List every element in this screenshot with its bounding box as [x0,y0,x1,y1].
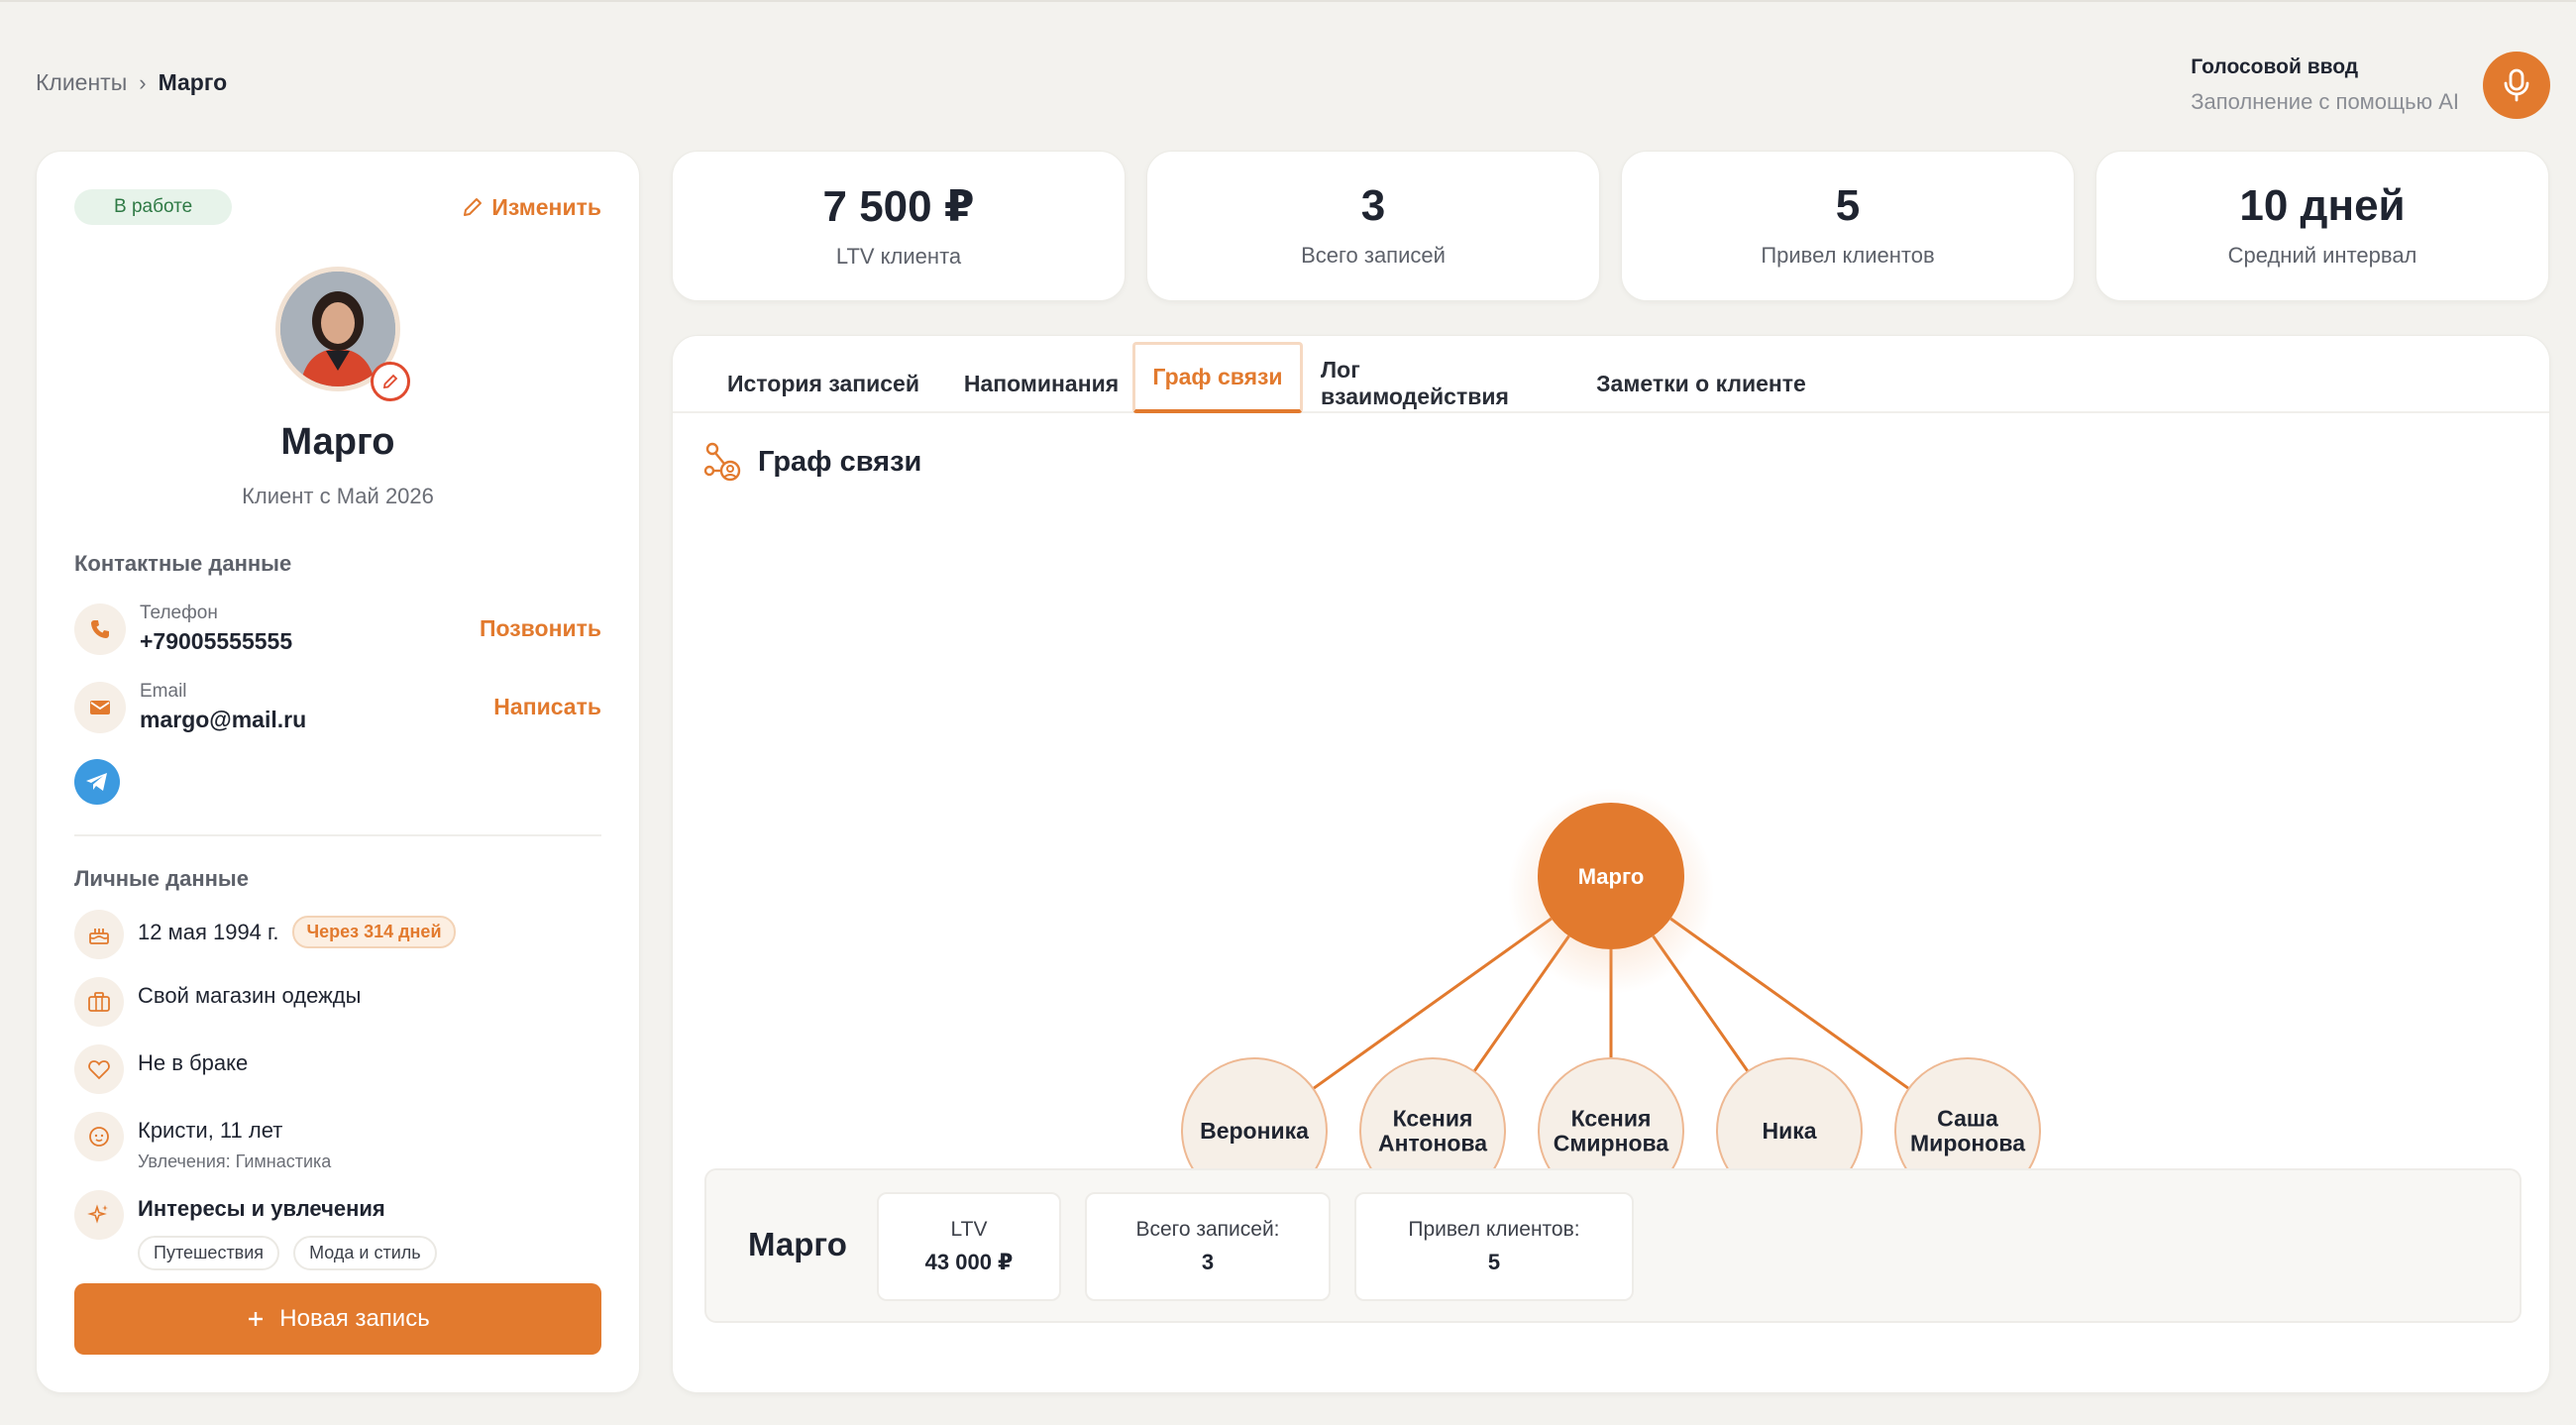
email-row: Email margo@mail.ru Написать [74,681,601,733]
interests-title: Интересы и увлечения [138,1196,385,1221]
voice-input-subtitle: Заполнение с помощью AI [2191,89,2459,114]
contacts-section-title: Контактные данные [74,551,292,576]
client-details-card: История записей Напоминания Граф связи Л… [672,335,2550,1393]
telegram-icon [86,773,107,791]
summary-client-name: Марго [748,1226,847,1262]
new-record-label: Новая запись [279,1305,430,1332]
birthday-value: 12 мая 1994 г. [138,919,279,944]
summary-ltv-value: 43 000 ₽ [924,1250,1014,1274]
stat-card-ltv: 7 500 ₽ LTV клиента [672,151,1126,301]
summary-records-value: 3 [1201,1250,1215,1274]
graph-node-label: Ника [1762,1118,1816,1144]
summary-referred-label: Привел клиентов: [1408,1218,1580,1241]
new-record-button[interactable]: Новая запись [74,1283,601,1355]
section-divider [74,834,601,836]
work-value: Свой магазин одежды [138,983,362,1008]
edit-client-label: Изменить [491,193,601,220]
stat-card-referred: 5 Привел клиентов [1621,151,2075,301]
telegram-button[interactable] [74,759,120,805]
interests-row: Интересы и увлечения Путешествия Мода и … [74,1190,601,1270]
tab-interaction-log[interactable]: Лог взаимодействия [1321,357,1555,409]
edit-client-button[interactable]: Изменить [462,194,601,221]
graph-icon [703,442,741,482]
summary-records-label: Всего записей: [1135,1218,1280,1241]
pencil-icon [382,374,398,389]
summary-ltv-box: LTV 43 000 ₽ [877,1192,1061,1301]
marital-row: Не в браке [74,1044,601,1094]
breadcrumb-separator: › [139,69,147,95]
voice-input-title: Голосовой ввод [2191,55,2359,78]
client-profile-card: В работе Изменить Марго Клиент с Май 202… [36,151,640,1393]
graph-node-label: Ксения Антонова [1378,1106,1487,1156]
avatar-edit-button[interactable] [371,362,410,401]
breadcrumb-clients-link[interactable]: Клиенты [36,69,127,96]
stat-value: 5 [1835,181,1861,230]
phone-label: Телефон [140,603,218,623]
marital-value: Не в браке [138,1050,249,1075]
root-node-label: Марго [1578,864,1645,889]
work-row: Свой магазин одежды [74,977,601,1027]
tab-reminders[interactable]: Напоминания [954,358,1128,409]
summary-referred-value: 5 [1487,1250,1501,1274]
stat-label: Всего записей [1301,243,1446,268]
voice-input-panel: Голосовой ввод Заполнение с помощью AI [2191,52,2550,119]
tab-bar: История записей Напоминания Граф связи Л… [673,336,2549,413]
status-badge: В работе [74,189,233,225]
call-button[interactable]: Позвонить [480,615,601,642]
heart-icon [74,1044,124,1094]
summary-ltv-label: LTV [950,1218,988,1241]
voice-input-button[interactable] [2483,52,2550,119]
client-name: Марго [280,421,395,463]
baby-icon [74,1112,124,1161]
graph-heading: Граф связи [702,441,921,483]
stat-value: 7 500 ₽ [822,182,975,231]
summary-records-box: Всего записей: 3 [1085,1192,1331,1301]
child-value: Кристи, 11 лет [138,1118,283,1143]
interest-tag: Мода и стиль [293,1236,437,1270]
stat-label: Привел клиентов [1761,243,1935,268]
breadcrumb-current: Марго [158,69,228,95]
email-label: Email [140,681,187,702]
email-value: margo@mail.ru [140,707,307,732]
graph-node[interactable] [1181,1057,1328,1168]
tab-client-notes[interactable]: Заметки о клиенте [1594,358,1808,409]
avatar-container [275,267,410,401]
client-since: Клиент с Май 2026 [242,484,434,508]
top-divider [0,0,2576,2]
stat-card-interval: 10 дней Средний интервал [2095,151,2549,301]
birthday-countdown-badge: Через 314 дней [292,916,456,948]
stat-value: 10 дней [2239,181,2406,230]
personal-section-title: Личные данные [74,866,249,891]
mail-icon [74,681,126,733]
briefcase-icon [74,977,124,1027]
stat-label: LTV клиента [835,244,962,269]
write-button[interactable]: Написать [493,694,601,720]
graph-node[interactable] [1716,1057,1863,1168]
child-row: Кристи, 11 лет Увлечения: Гимнастика [74,1112,601,1172]
child-hobby: Увлечения: Гимнастика [138,1151,332,1171]
stat-card-records: 3 Всего записей [1146,151,1600,301]
microphone-icon [2504,68,2529,102]
pencil-icon [464,198,483,216]
graph-title: Граф связи [758,445,922,478]
phone-value: +79005555555 [140,628,293,654]
cake-icon [74,910,124,959]
stat-value: 3 [1360,181,1386,230]
summary-referred-box: Привел клиентов: 5 [1354,1192,1634,1301]
interest-tag: Путешествия [138,1236,280,1270]
phone-row: Телефон +79005555555 Позвонить [74,603,601,655]
phone-icon [74,603,126,655]
breadcrumb: Клиенты › Марго [36,69,227,96]
relations-graph: Вероника Ксения АнтоноваКсения Смирнова Ника… [1181,788,2041,1168]
graph-node-label: Вероника [1200,1118,1309,1144]
tab-relations-graph[interactable]: Граф связи [1132,342,1303,413]
client-summary-panel: Марго LTV 43 000 ₽ Всего записей: 3 Прив… [704,1168,2522,1323]
plus-icon [249,1312,264,1326]
sparkles-icon [74,1190,124,1240]
birthday-row: 12 мая 1994 г. Через 314 дней [74,910,601,959]
tab-history[interactable]: История записей [724,358,922,409]
stat-label: Средний интервал [2227,243,2417,268]
